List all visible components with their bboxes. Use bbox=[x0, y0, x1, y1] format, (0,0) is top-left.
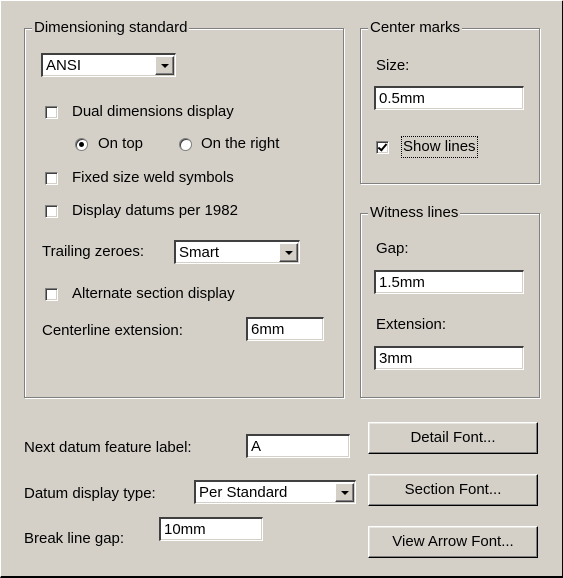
datum-display-type-label: Datum display type: bbox=[24, 485, 156, 502]
trailing-zeroes-label: Trailing zeroes: bbox=[42, 243, 144, 260]
fixed-weld-checkbox[interactable] bbox=[45, 172, 58, 185]
center-marks-size-label: Size: bbox=[376, 57, 410, 74]
trailing-zeroes-value: Smart bbox=[179, 244, 220, 261]
show-lines-checkbox[interactable] bbox=[376, 141, 389, 154]
fixed-weld-label: Fixed size weld symbols bbox=[72, 169, 234, 186]
view-arrow-font-button[interactable]: View Arrow Font... bbox=[368, 526, 538, 558]
chevron-down-icon[interactable] bbox=[155, 56, 174, 75]
datums-1982-label: Display datums per 1982 bbox=[72, 202, 238, 219]
alternate-section-label: Alternate section display bbox=[72, 285, 235, 302]
break-line-gap-input[interactable]: 10mm bbox=[159, 517, 263, 541]
centerline-extension-input[interactable]: 6mm bbox=[246, 317, 324, 341]
break-line-gap-label: Break line gap: bbox=[24, 530, 125, 547]
dimensioning-standard-select[interactable]: ANSI bbox=[41, 53, 176, 77]
on-right-radio[interactable] bbox=[179, 138, 192, 151]
on-top-label: On top bbox=[98, 135, 144, 152]
chevron-down-icon[interactable] bbox=[335, 483, 354, 502]
on-top-radio[interactable] bbox=[75, 138, 88, 151]
center-marks-size-input[interactable]: 0.5mm bbox=[374, 86, 524, 110]
dual-dimensions-checkbox[interactable] bbox=[45, 106, 58, 119]
datum-display-type-value: Per Standard bbox=[199, 484, 288, 501]
dimensioning-standard-legend: Dimensioning standard bbox=[32, 19, 190, 37]
next-datum-label: Next datum feature label: bbox=[24, 439, 192, 456]
center-marks-legend: Center marks bbox=[368, 19, 463, 37]
alternate-section-checkbox[interactable] bbox=[45, 288, 58, 301]
detail-font-button[interactable]: Detail Font... bbox=[368, 422, 538, 454]
witness-lines-legend: Witness lines bbox=[368, 204, 461, 222]
centerline-extension-label: Centerline extension: bbox=[42, 322, 183, 339]
on-right-label: On the right bbox=[201, 135, 280, 152]
dual-dimensions-label: Dual dimensions display bbox=[72, 103, 234, 120]
witness-extension-label: Extension: bbox=[376, 316, 447, 333]
trailing-zeroes-select[interactable]: Smart bbox=[174, 240, 300, 264]
section-font-button[interactable]: Section Font... bbox=[368, 474, 538, 506]
witness-gap-label: Gap: bbox=[376, 240, 409, 257]
dimensioning-standard-value: ANSI bbox=[46, 57, 82, 74]
witness-extension-input[interactable]: 3mm bbox=[374, 346, 524, 370]
witness-gap-input[interactable]: 1.5mm bbox=[374, 270, 524, 294]
datum-display-type-select[interactable]: Per Standard bbox=[194, 480, 356, 504]
chevron-down-icon[interactable] bbox=[279, 243, 298, 262]
show-lines-label: Show lines bbox=[401, 136, 478, 158]
datums-1982-checkbox[interactable] bbox=[45, 205, 58, 218]
next-datum-input[interactable]: A bbox=[246, 434, 350, 458]
